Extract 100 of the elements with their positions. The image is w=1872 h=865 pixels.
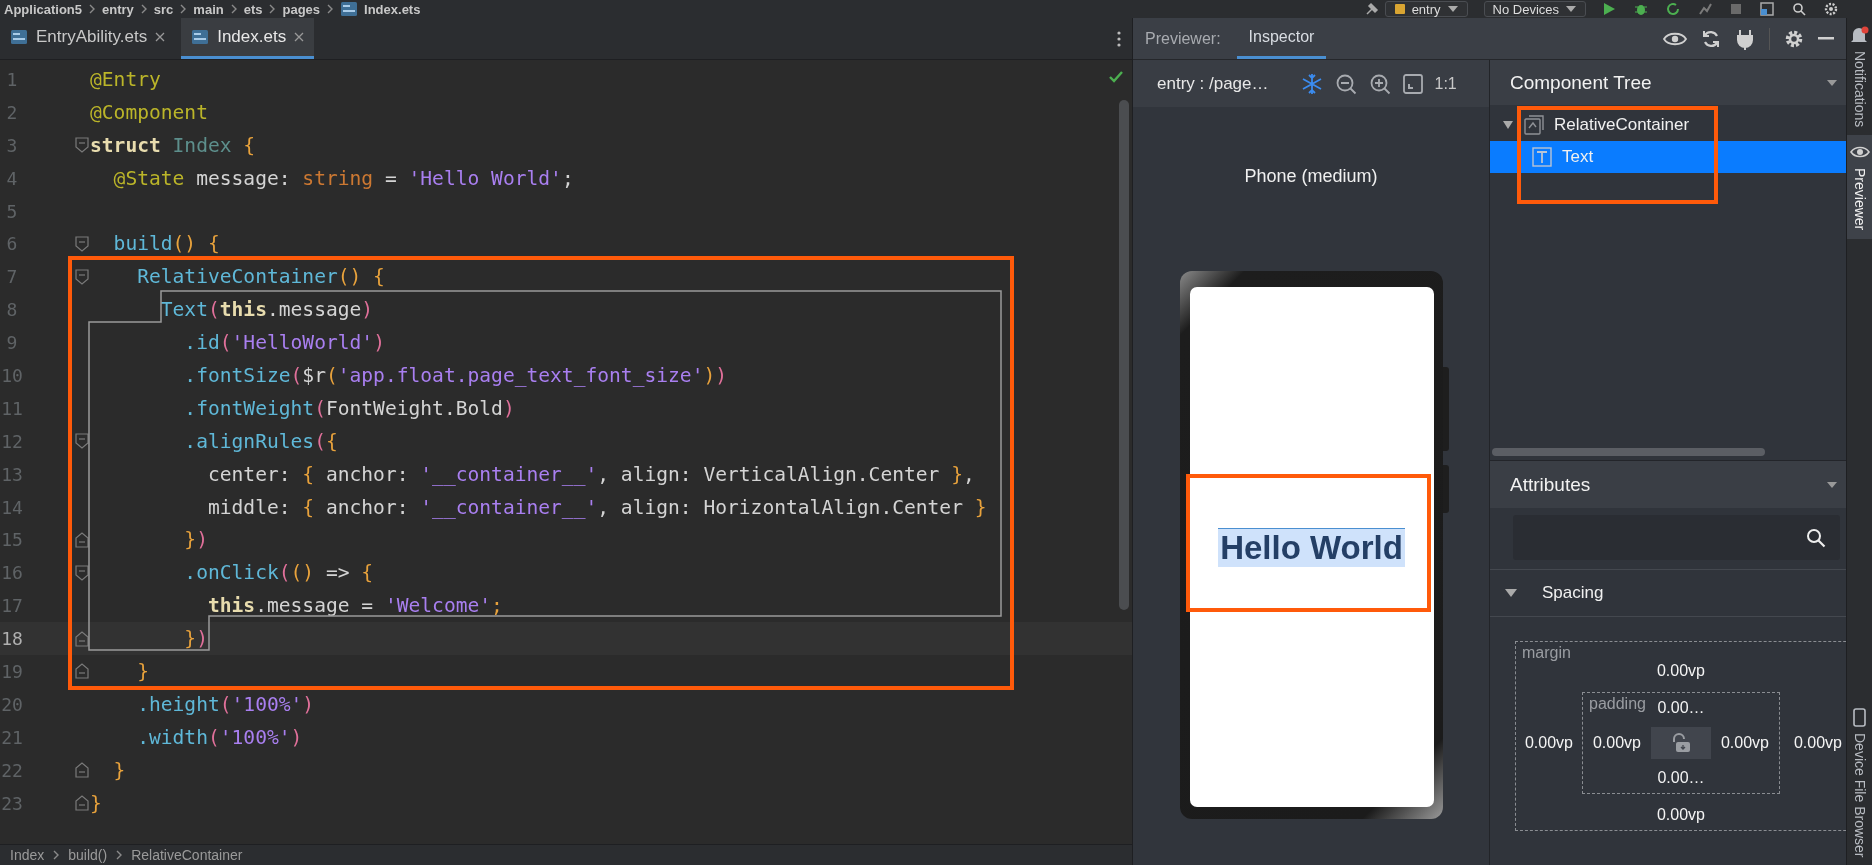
- check-icon: [1108, 70, 1124, 84]
- spacing-value[interactable]: 0.00vp: [1582, 800, 1780, 830]
- module-selector[interactable]: entry: [1384, 1, 1468, 17]
- chevron-icon: [52, 849, 61, 861]
- margin-label: margin: [1522, 644, 1571, 662]
- line-number: 18: [0, 628, 24, 650]
- line-number: 3: [5, 134, 19, 156]
- breadcrumb-item[interactable]: main: [193, 1, 224, 17]
- spacing-value[interactable]: 0.00vp: [1711, 728, 1779, 758]
- side-tab[interactable]: Previewer: [1847, 135, 1872, 239]
- breadcrumb-item[interactable]: src: [153, 1, 174, 17]
- side-tab[interactable]: Notifications: [1847, 18, 1872, 136]
- lock-button[interactable]: [1651, 727, 1711, 759]
- breadcrumb-item[interactable]: ets: [243, 1, 263, 17]
- code-line: @State message: string = 'Hello World';: [112, 166, 574, 190]
- zoom-in-icon[interactable]: [1368, 72, 1391, 95]
- settings-icon[interactable]: [1824, 2, 1838, 16]
- code-line: }: [90, 791, 102, 815]
- expand-icon[interactable]: [1502, 120, 1514, 130]
- spacing-value[interactable]: 0.00…: [1651, 693, 1711, 723]
- spacing-value[interactable]: 0.00vp: [1582, 656, 1780, 686]
- side-tab[interactable]: Device File Browser: [1847, 699, 1872, 865]
- app-text[interactable]: Hello World: [1218, 527, 1405, 567]
- close-icon[interactable]: [155, 32, 166, 42]
- fold-icon[interactable]: [75, 564, 89, 581]
- chevron-icon: [229, 3, 238, 15]
- close-icon[interactable]: [294, 32, 305, 42]
- text-component-icon: [1532, 147, 1552, 167]
- line-number: 16: [0, 562, 24, 584]
- code-line: middle: { anchor: '__container__', align: HorizontalAlign.Center }: [206, 495, 987, 519]
- editor-tab[interactable]: EntryAbility.ets: [0, 18, 176, 59]
- device-name: Phone (medium): [1244, 166, 1378, 187]
- snowflake-icon[interactable]: [1300, 72, 1323, 95]
- chevron-icon: [179, 3, 188, 15]
- spacing-value[interactable]: 0.00…: [1651, 763, 1711, 793]
- breadcrumb-item[interactable]: entry: [102, 1, 134, 17]
- stop-icon[interactable]: [1730, 3, 1742, 15]
- line-number: 8: [5, 299, 19, 321]
- line-number: 11: [0, 397, 24, 419]
- breadcrumb-item[interactable]: Application5: [4, 1, 82, 17]
- more-icon[interactable]: [1116, 29, 1122, 48]
- chevron-icon: [115, 849, 124, 861]
- line-number: 23: [0, 792, 24, 814]
- spacing-value[interactable]: 0.00vp: [1583, 728, 1651, 758]
- panel-title: Attributes: [1510, 473, 1591, 496]
- profiler-icon[interactable]: [1698, 2, 1712, 16]
- code-line: this.message = 'Welcome';: [206, 594, 503, 618]
- fold-icon[interactable]: [75, 762, 89, 779]
- fold-icon[interactable]: [75, 268, 89, 285]
- caret-icon: [1565, 5, 1577, 13]
- refresh-icon[interactable]: [1701, 28, 1721, 49]
- fold-icon[interactable]: [75, 531, 89, 548]
- page-selector[interactable]: entry : /page…: [1157, 73, 1269, 94]
- zoom-actual-size[interactable]: 1:1: [1434, 74, 1457, 93]
- scrollbar[interactable]: [1492, 448, 1765, 456]
- bell-icon: [1849, 26, 1870, 45]
- breadcrumb-item[interactable]: RelativeContainer: [131, 847, 243, 863]
- fit-screen-icon[interactable]: [1402, 73, 1423, 94]
- fold-icon[interactable]: [75, 433, 89, 450]
- fold-icon[interactable]: [75, 235, 89, 252]
- section-header[interactable]: Spacing: [1490, 569, 1846, 617]
- search-field[interactable]: [1513, 515, 1840, 560]
- breadcrumb-item[interactable]: Index.ets: [364, 1, 421, 17]
- line-number: 17: [0, 595, 24, 617]
- editor-tab[interactable]: Index.ets: [181, 18, 315, 59]
- fold-icon[interactable]: [75, 795, 89, 812]
- scrollbar[interactable]: [1119, 100, 1129, 610]
- line-number: 19: [0, 660, 24, 682]
- breadcrumb-item[interactable]: pages: [282, 1, 321, 17]
- breadcrumb-item[interactable]: build(): [68, 847, 108, 863]
- device-selector[interactable]: No Devices: [1483, 1, 1586, 17]
- line-number: 15: [0, 529, 24, 551]
- plug-icon[interactable]: [1735, 27, 1755, 50]
- line-number: 1: [5, 68, 19, 90]
- breadcrumb-item[interactable]: Index: [10, 847, 45, 863]
- code-line: build() {: [112, 232, 220, 256]
- layout-icon[interactable]: [1760, 2, 1774, 16]
- line-number: 20: [0, 693, 24, 715]
- hammer-icon[interactable]: [1364, 2, 1379, 16]
- fold-icon[interactable]: [75, 663, 89, 680]
- line-number: 13: [0, 463, 24, 485]
- play-icon[interactable]: [1602, 2, 1616, 16]
- eye-icon[interactable]: [1663, 30, 1687, 47]
- zoom-out-icon[interactable]: [1334, 72, 1357, 95]
- line-number: 14: [0, 496, 24, 518]
- chevron-icon: [326, 3, 335, 15]
- spacing-value[interactable]: 0.00vp: [1784, 728, 1846, 758]
- spacing-value[interactable]: 0.00vp: [1520, 728, 1578, 758]
- refresh-icon[interactable]: [1666, 2, 1680, 16]
- minimize-icon[interactable]: [1818, 36, 1834, 41]
- tree-node[interactable]: RelativeContainer: [1490, 109, 1846, 141]
- bug-icon[interactable]: [1634, 2, 1648, 16]
- search-icon[interactable]: [1792, 2, 1806, 16]
- fold-icon[interactable]: [75, 630, 89, 647]
- settings-icon[interactable]: [1784, 28, 1804, 49]
- line-number: 21: [0, 726, 24, 748]
- file-icon: [340, 1, 359, 17]
- line-number: 4: [5, 167, 19, 189]
- file-icon: [191, 29, 210, 45]
- fold-icon[interactable]: [75, 137, 89, 154]
